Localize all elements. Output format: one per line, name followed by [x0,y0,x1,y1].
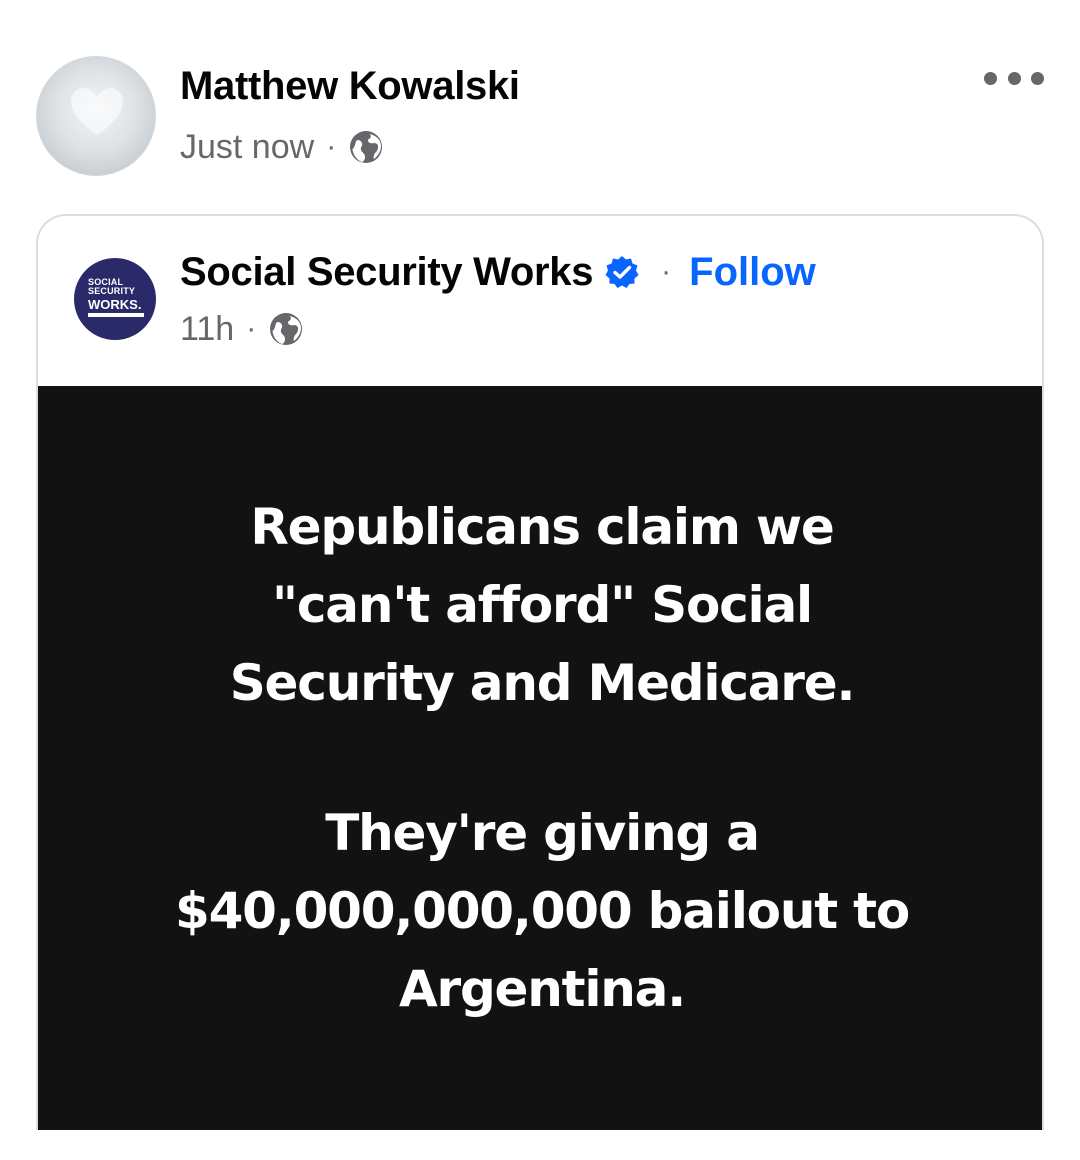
page-avatar[interactable]: SOCIAL SECURITY WORKS. [74,258,156,340]
logo-line-3: WORKS. [88,297,142,312]
post-timestamp[interactable]: Just now [180,124,314,170]
follow-button[interactable]: Follow [689,250,816,295]
image-text-line: "can't afford" Social [272,576,813,634]
image-text-line: They're giving a [325,804,760,862]
heart-icon [71,88,123,135]
image-text-block-1: Republicans claim we "can't afford" Soci… [229,488,856,722]
image-text-line: $40,000,000,000 bailout to [175,882,910,940]
globe-icon [350,131,383,163]
image-text-line: Republicans claim we [250,498,834,556]
page-header: Social Security Works · Follow [180,244,816,300]
post-meta: Just now · [180,124,384,170]
verified-badge-icon [605,256,639,288]
page-logo: SOCIAL SECURITY WORKS. [88,278,148,317]
more-options-icon[interactable] [984,66,1044,90]
more-dot [1007,71,1021,85]
meta-separator: · [326,130,337,163]
image-text-block-2: They're giving a $40,000,000,000 bailout… [175,794,910,1028]
logo-line-2: SECURITY [88,286,136,296]
image-text-line: Argentina. [398,960,686,1018]
logo-underline [88,313,144,317]
author-avatar[interactable] [36,56,156,176]
follow-separator: · [661,255,672,288]
globe-icon [270,313,303,345]
shared-post-timestamp[interactable]: 11h [180,306,234,352]
shared-post-meta: 11h · [180,306,304,352]
author-name[interactable]: Matthew Kowalski [180,60,520,112]
post-image[interactable]: Republicans claim we "can't afford" Soci… [38,386,1042,1130]
image-text-line: Security and Medicare. [229,654,856,712]
shared-post-card[interactable]: SOCIAL SECURITY WORKS. Social Security W… [36,214,1044,1130]
meta-separator: · [246,312,257,345]
more-dot [984,71,997,85]
page-name[interactable]: Social Security Works [180,250,593,295]
more-dot [1031,71,1044,85]
